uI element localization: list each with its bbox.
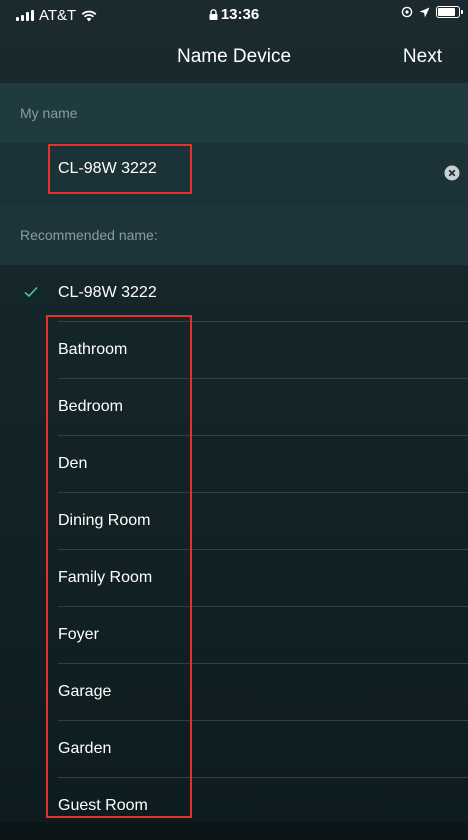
alarm-icon	[401, 6, 413, 18]
clock-label: 13:36	[220, 6, 260, 23]
next-button[interactable]: Next	[403, 46, 442, 68]
list-item[interactable]: Den	[0, 436, 468, 493]
page-title: Name Device	[176, 46, 292, 67]
list-item-label: Guest Room	[58, 797, 148, 814]
list-item[interactable]: Bathroom	[0, 322, 468, 379]
list-item[interactable]: Bedroom	[0, 379, 468, 436]
status-right	[401, 6, 463, 18]
list-item[interactable]: Family Room	[0, 550, 468, 607]
list-item[interactable]: Garage	[0, 664, 468, 721]
device-name-input[interactable]	[48, 144, 192, 194]
list-item[interactable]: Dining Room	[0, 493, 468, 550]
clear-icon[interactable]	[444, 165, 460, 181]
status-bar: AT&T 13:36	[0, 0, 468, 30]
list-item-label: Bathroom	[58, 341, 128, 358]
list-item-label: Family Room	[58, 569, 153, 586]
bottom-bar	[0, 822, 468, 840]
battery-icon	[436, 6, 463, 18]
list-item-label: Garage	[58, 683, 112, 700]
battery-fill	[438, 8, 456, 16]
list-item[interactable]: Foyer	[0, 607, 468, 664]
name-device-screen: AT&T 13:36 Name Device Next My name CL-9…	[0, 0, 468, 840]
list-item[interactable]: Garden	[0, 721, 468, 778]
list-item-label: Den	[58, 455, 88, 472]
list-item-label: Foyer	[58, 626, 99, 643]
list-item-label: CL-98W 3222	[58, 284, 157, 301]
recommended-header: Recommended name:	[0, 205, 468, 265]
list-item[interactable]: CL-98W 3222	[0, 265, 468, 322]
nav-bar: Name Device Next	[0, 30, 468, 82]
name-row	[0, 143, 468, 205]
list-item-label: Bedroom	[58, 398, 123, 415]
status-time: 13:36	[0, 6, 468, 23]
check-icon	[24, 286, 38, 298]
list-item-label: Dining Room	[58, 512, 151, 529]
my-name-header: My name	[0, 83, 468, 143]
lock-icon	[209, 9, 218, 20]
list-item-label: Garden	[58, 740, 112, 757]
location-icon	[419, 7, 430, 17]
